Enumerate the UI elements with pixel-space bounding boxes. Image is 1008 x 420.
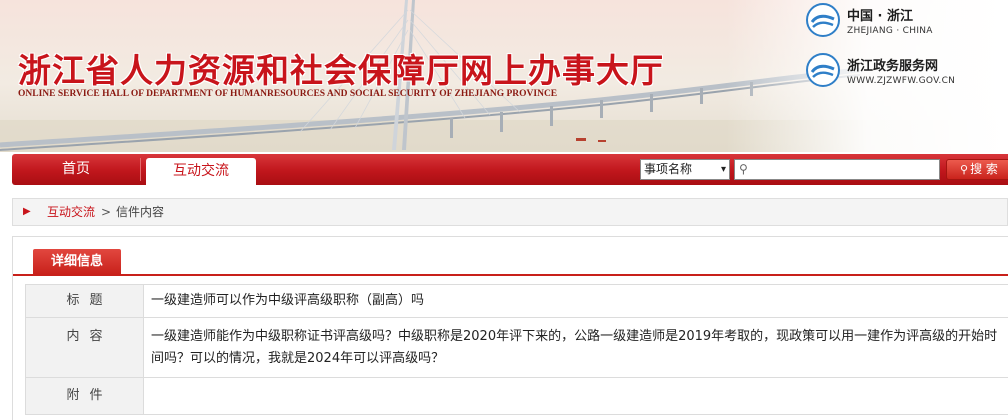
detail-label: 标题: [25, 284, 144, 318]
search-type-value: 事项名称: [644, 162, 693, 176]
detail-value-content: 一级建造师能作为中级职称证书评高级吗？中级职称是2020年评下来的，公路一级建造…: [143, 317, 1008, 378]
breadcrumb-link-interaction[interactable]: 互动交流: [47, 199, 95, 225]
detail-value-title: 一级建造师可以作为中级评高级职称（副高）吗: [143, 284, 1008, 318]
site-subtitle: ONLINE SERVICE HALL OF DEPARTMENT OF HUM…: [18, 89, 558, 99]
gov-portal-name: 中国 · 浙江: [847, 9, 913, 24]
detail-label: 附件: [25, 377, 144, 415]
breadcrumb: ▶ 互动交流 > 信件内容: [12, 198, 1008, 226]
search-button-label: 搜 索: [970, 162, 998, 176]
chevron-down-icon: ▾: [720, 164, 726, 175]
breadcrumb-separator: >: [101, 205, 112, 219]
nav-divider: [140, 158, 141, 181]
nav-item-interaction[interactable]: 互动交流: [146, 158, 256, 187]
gov-portal-sub: ZHEJIANG · CHINA: [847, 26, 933, 36]
search-button-icon: ⚲: [960, 163, 969, 176]
zhejiang-emblem-icon: [806, 3, 840, 37]
detail-label: 内容: [25, 317, 144, 378]
detail-tab[interactable]: 详细信息: [33, 249, 121, 275]
search-type-select[interactable]: 事项名称 ▾: [640, 159, 730, 180]
caret-right-icon: ▶: [23, 206, 31, 217]
breadcrumb-current: 信件内容: [116, 205, 165, 219]
service-portal-name: 浙江政务服务网: [847, 59, 939, 74]
search-icon: ⚲: [739, 162, 748, 176]
service-portal-sub: WWW.ZJZWFW.GOV.CN: [847, 76, 956, 86]
detail-panel: 详细信息 标题 一级建造师可以作为中级评高级职称（副高）吗 内容 一级建造师能作…: [12, 236, 1008, 420]
detail-row-title: 标题 一级建造师可以作为中级评高级职称（副高）吗: [25, 284, 1008, 318]
nav-item-home[interactable]: 首页: [12, 154, 140, 185]
header-banner: 浙江省人力资源和社会保障厅网上办事大厅 ONLINE SERVICE HALL …: [0, 0, 1008, 152]
search-input[interactable]: ⚲: [734, 159, 940, 180]
detail-row-content: 内容 一级建造师能作为中级职称证书评高级吗？中级职称是2020年评下来的，公路一…: [25, 317, 1008, 378]
detail-row-attachment: 附件: [25, 377, 1008, 415]
detail-table: 标题 一级建造师可以作为中级评高级职称（副高）吗 内容 一级建造师能作为中级职称…: [25, 284, 1008, 415]
zjzwfw-logo-icon: [806, 53, 840, 87]
site-title: 浙江省人力资源和社会保障厅网上办事大厅: [18, 51, 664, 90]
main-nav: 首页 互动交流 事项名称 ▾ ⚲ ⚲ 搜 索: [12, 154, 1008, 187]
tab-underline: [13, 274, 1008, 276]
search-button[interactable]: ⚲ 搜 索: [946, 159, 1008, 180]
detail-value-attachment: [143, 377, 1008, 415]
